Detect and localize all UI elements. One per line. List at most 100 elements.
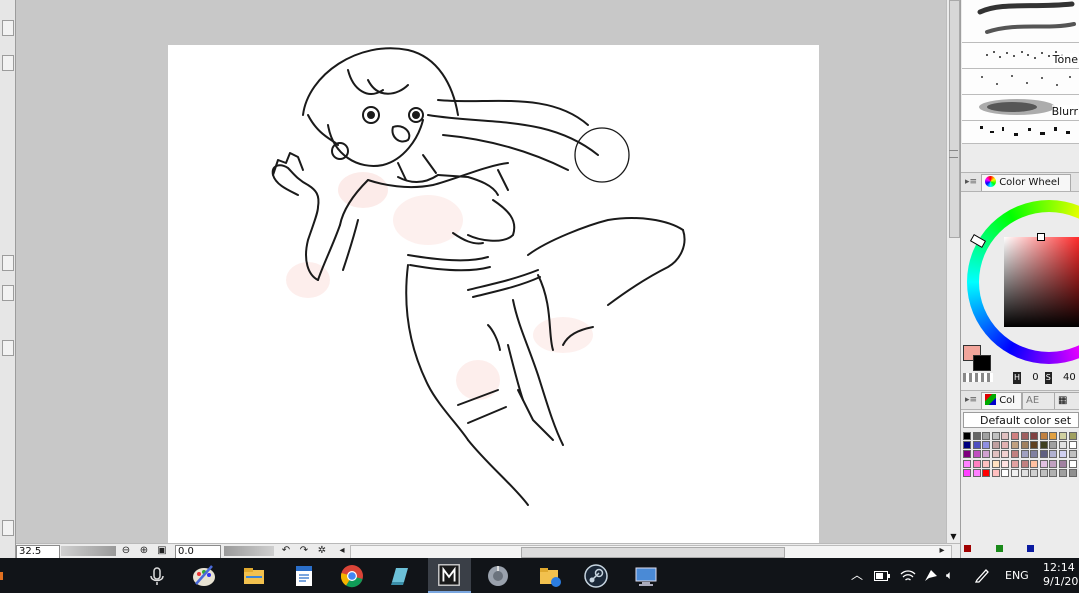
left-strip-handle[interactable]	[2, 55, 14, 71]
color-swatch[interactable]	[972, 441, 981, 450]
volume-muted-icon[interactable]: 🔈︎	[946, 558, 953, 593]
transparent-color-swatch[interactable]	[963, 373, 993, 382]
color-swatch[interactable]	[1068, 468, 1077, 477]
rotate-right-icon[interactable]: ↷	[298, 545, 310, 557]
color-swatch[interactable]	[963, 432, 971, 440]
color-swatch[interactable]	[1049, 432, 1058, 440]
left-strip-handle[interactable]	[2, 520, 14, 536]
color-swatch[interactable]	[982, 450, 991, 459]
color-swatch[interactable]	[1068, 441, 1077, 450]
color-swatch[interactable]	[1030, 459, 1039, 468]
color-swatch[interactable]	[1059, 459, 1067, 468]
color-swatch[interactable]	[982, 468, 991, 477]
notepad-icon[interactable]	[290, 562, 318, 590]
color-swatch[interactable]	[1039, 468, 1048, 477]
brush-preview-splatter[interactable]	[962, 121, 1079, 144]
brush-preview-dots[interactable]	[962, 69, 1079, 95]
battery-icon[interactable]	[874, 571, 890, 581]
canvas-horizontal-scrollbar[interactable]	[350, 545, 952, 559]
tab-color-set[interactable]: Col	[981, 392, 1022, 409]
color-swatch[interactable]	[1068, 432, 1077, 440]
color-swatch[interactable]	[1049, 450, 1058, 459]
color-swatch[interactable]	[1011, 450, 1019, 459]
color-swatch[interactable]	[1059, 441, 1067, 450]
zoom-in-icon[interactable]: ⊕	[138, 545, 150, 557]
color-swatch[interactable]	[1020, 441, 1029, 450]
clock[interactable]: 12:14 P 9/1/20	[1043, 561, 1079, 589]
color-swatch[interactable]	[1030, 450, 1039, 459]
rotate-left-icon[interactable]: ↶	[280, 545, 292, 557]
tab-ae[interactable]: AE	[1022, 392, 1055, 409]
color-swatch[interactable]	[963, 450, 971, 459]
color-swatch[interactable]	[963, 459, 971, 468]
taskbar-active-app[interactable]	[428, 558, 471, 593]
saturation-value-square[interactable]	[1004, 237, 1079, 327]
color-swatch[interactable]	[1001, 450, 1010, 459]
zoom-out-icon[interactable]: ⊖	[120, 545, 132, 557]
pen-workspace-icon[interactable]	[974, 567, 990, 583]
color-wheel-widget[interactable]	[967, 200, 1079, 364]
color-swatch[interactable]	[1011, 459, 1019, 468]
color-swatch[interactable]	[1059, 450, 1067, 459]
notes-icon[interactable]	[386, 562, 414, 590]
color-swatch[interactable]	[1011, 432, 1019, 440]
color-swatch[interactable]	[1020, 468, 1029, 477]
brush-preview-tone[interactable]: Tone	[962, 43, 1079, 69]
rotation-slider[interactable]	[224, 546, 274, 556]
color-swatch[interactable]	[991, 459, 1000, 468]
zoom-slider[interactable]	[61, 546, 116, 556]
chrome-icon[interactable]	[338, 562, 366, 590]
color-swatch[interactable]	[1001, 468, 1010, 477]
steam-icon[interactable]	[582, 562, 610, 590]
reset-rotation-icon[interactable]: ✲	[316, 545, 328, 557]
color-swatch[interactable]	[972, 459, 981, 468]
color-swatch[interactable]	[1059, 432, 1067, 440]
color-swatch[interactable]	[1030, 468, 1039, 477]
file-explorer-icon[interactable]	[240, 562, 268, 590]
vertical-scroll-thumb[interactable]	[949, 0, 960, 238]
tab-color-wheel[interactable]: Color Wheel	[981, 174, 1071, 191]
speaker-app-icon[interactable]	[484, 562, 512, 590]
color-swatch[interactable]	[1030, 441, 1039, 450]
color-swatch[interactable]	[1049, 441, 1058, 450]
color-swatch[interactable]	[1059, 468, 1067, 477]
mic-icon[interactable]	[143, 562, 171, 590]
color-swatch[interactable]	[1039, 459, 1048, 468]
color-swatch[interactable]	[1001, 441, 1010, 450]
color-swatch[interactable]	[1039, 450, 1048, 459]
color-swatch[interactable]	[1011, 441, 1019, 450]
color-swatch[interactable]	[1068, 459, 1077, 468]
canvas-viewport[interactable]	[16, 0, 946, 543]
color-swatch[interactable]	[1011, 468, 1019, 477]
color-swatch[interactable]	[963, 441, 971, 450]
color-swatch[interactable]	[963, 468, 971, 477]
scroll-right-arrow-icon[interactable]: ▸	[936, 545, 948, 557]
color-swatch[interactable]	[1039, 432, 1048, 440]
zoom-field[interactable]: 32.5	[16, 545, 60, 559]
scroll-left-arrow-icon[interactable]: ◂	[336, 545, 348, 557]
footer-swatch-red[interactable]	[964, 545, 971, 552]
color-swatch-grid[interactable]	[963, 432, 1079, 478]
rotation-field[interactable]: 0.0	[175, 545, 221, 559]
tab-extra[interactable]: ▦	[1054, 392, 1079, 409]
horizontal-scroll-thumb[interactable]	[521, 547, 785, 558]
color-swatch[interactable]	[991, 441, 1000, 450]
footer-swatch-blue[interactable]	[1027, 545, 1034, 552]
left-strip-handle[interactable]	[2, 255, 14, 271]
color-swatch[interactable]	[1020, 450, 1029, 459]
color-swatch[interactable]	[1020, 459, 1029, 468]
color-swatch[interactable]	[1039, 441, 1048, 450]
color-swatch[interactable]	[972, 432, 981, 440]
sv-cursor[interactable]	[1037, 233, 1045, 241]
color-swatch[interactable]	[1049, 468, 1058, 477]
color-swatch[interactable]	[982, 459, 991, 468]
color-swatch[interactable]	[991, 450, 1000, 459]
color-swatch[interactable]	[982, 441, 991, 450]
color-swatch[interactable]	[972, 468, 981, 477]
canvas-vertical-scrollbar[interactable]: ▼	[946, 0, 961, 543]
brush-preview-blur[interactable]: Blurr	[962, 95, 1079, 121]
remote-desktop-icon[interactable]	[632, 562, 660, 590]
color-swatch[interactable]	[1049, 459, 1058, 468]
scroll-down-arrow-icon[interactable]: ▼	[949, 532, 958, 541]
panel-menu-icon[interactable]: ▸≡	[964, 394, 978, 406]
